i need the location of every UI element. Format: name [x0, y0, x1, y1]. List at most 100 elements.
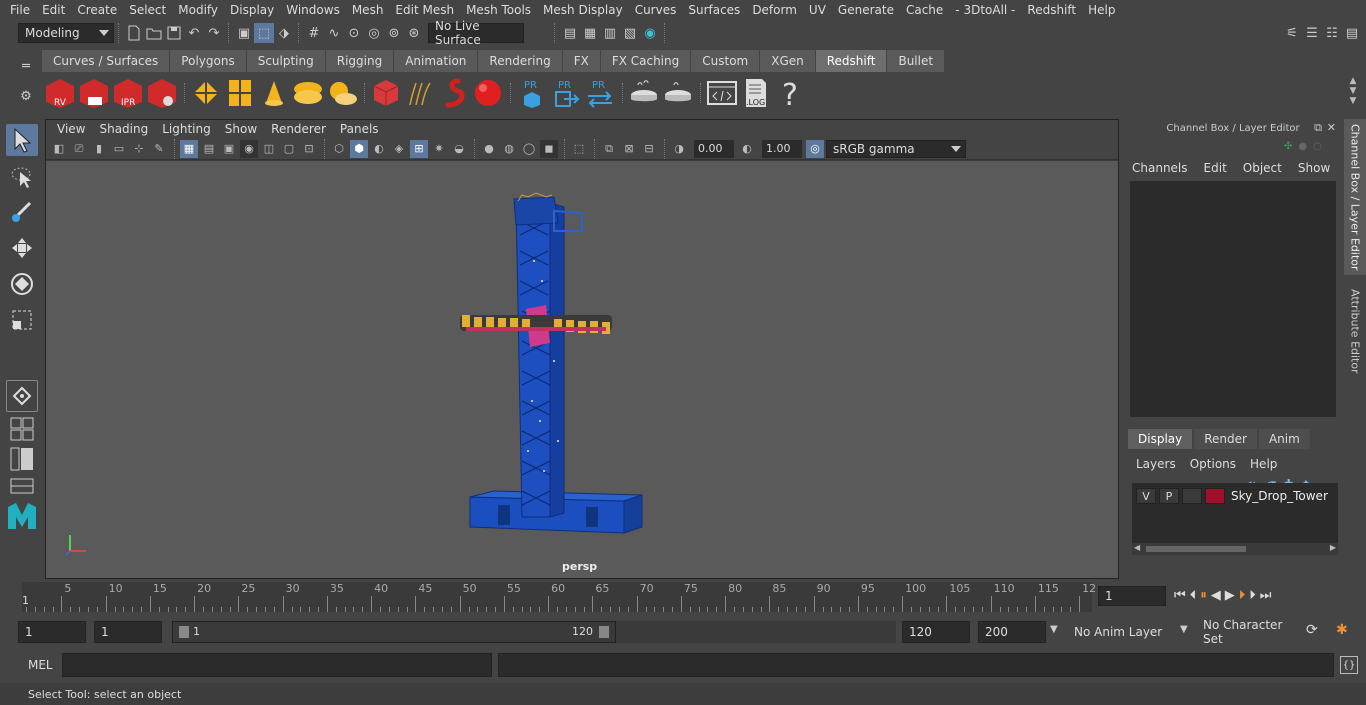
layer-menu-options[interactable]: Options [1190, 457, 1236, 471]
vp-menu-shading[interactable]: Shading [92, 122, 155, 136]
vp-menu-panels[interactable]: Panels [333, 122, 386, 136]
snap-together-icon[interactable] [6, 380, 38, 412]
animation-prefs-icon[interactable]: ✱ [1336, 622, 1348, 638]
pr-export-icon[interactable]: PR [550, 76, 582, 110]
attribute-toggle-icon[interactable]: ☰ [1302, 23, 1322, 43]
sun-sky-icon[interactable] [326, 76, 358, 110]
menu-deform[interactable]: Deform [746, 3, 803, 17]
image-plane-icon[interactable]: ▭ [110, 140, 128, 158]
channel-list[interactable] [1130, 181, 1336, 417]
vp-menu-view[interactable]: View [50, 122, 92, 136]
redshift-ipr-icon[interactable]: IPR [112, 76, 144, 110]
tab-fx[interactable]: FX [562, 50, 600, 72]
channel-box-toggle-icon[interactable]: ▤ [1342, 23, 1362, 43]
scale-tool-icon[interactable] [6, 304, 38, 336]
animation-end-field[interactable]: 200 [978, 621, 1046, 643]
rotate-tool-icon[interactable] [6, 268, 38, 300]
save-scene-icon[interactable] [164, 23, 184, 43]
tab-anim-layers[interactable]: Anim [1258, 429, 1310, 449]
snap-point-icon[interactable]: ⊙ [344, 23, 364, 43]
tab-rendering[interactable]: Rendering [478, 50, 562, 72]
gamma-icon[interactable]: ◐ [738, 140, 756, 158]
manipulator-icon[interactable]: ✣ [1284, 141, 1292, 155]
scroll-thumb[interactable] [1146, 546, 1246, 552]
pr-cube-icon[interactable]: PR [516, 76, 548, 110]
layer-row[interactable]: V P Sky_Drop_Tower [1136, 487, 1328, 505]
snap-live-icon[interactable]: ⊛ [404, 23, 424, 43]
code-window-icon[interactable] [706, 76, 738, 110]
speed-icon[interactable]: ● [1298, 141, 1307, 155]
cb-menu-edit[interactable]: Edit [1204, 161, 1227, 175]
menu-generate[interactable]: Generate [832, 3, 900, 17]
help-icon[interactable]: ? [774, 76, 806, 110]
scroll-left-icon[interactable]: ◀ [1134, 543, 1140, 552]
play-backward-icon[interactable]: ◀ [1211, 588, 1221, 603]
camera-attributes-icon[interactable]: ⎚ [70, 140, 88, 158]
volume-icon[interactable] [438, 76, 470, 110]
menu-edit-mesh[interactable]: Edit Mesh [389, 3, 460, 17]
menu-file[interactable]: File [4, 3, 36, 17]
pr-swap-icon[interactable]: PR [584, 76, 616, 110]
tab-curves-surfaces[interactable]: Curves / Surfaces [42, 50, 170, 72]
script-lang-label[interactable]: MEL [28, 658, 53, 672]
bookmark-icon[interactable]: ▮ [90, 140, 108, 158]
portal-light-icon[interactable] [224, 76, 256, 110]
tab-fx-caching[interactable]: FX Caching [600, 50, 691, 72]
color-management-icon[interactable]: ◎ [806, 139, 824, 158]
3d-viewport[interactable]: persp [46, 161, 1118, 578]
menu-mesh-tools[interactable]: Mesh Tools [460, 3, 537, 17]
wireframe-icon[interactable]: ⬡ [330, 140, 348, 158]
render-view-icon[interactable]: ▧ [620, 23, 640, 43]
xray-joints-icon[interactable]: ⊠ [620, 140, 638, 158]
textured-icon[interactable]: ⊞ [410, 139, 428, 158]
menu-uv[interactable]: UV [803, 3, 832, 17]
dome-light-icon[interactable] [292, 76, 324, 110]
select-tool-icon[interactable] [6, 124, 38, 156]
select-component-icon[interactable]: ⬗ [274, 23, 294, 43]
outliner-layout-icon[interactable] [6, 446, 38, 472]
safe-action-icon[interactable]: ▢ [280, 140, 298, 158]
tab-rigging[interactable]: Rigging [325, 50, 394, 72]
grease-pencil-icon[interactable]: ✎ [150, 140, 168, 158]
tab-animation[interactable]: Animation [394, 50, 478, 72]
redshift-settings-icon[interactable] [146, 76, 178, 110]
command-input[interactable] [62, 653, 492, 677]
layer-visibility-toggle[interactable]: V [1136, 488, 1156, 504]
menu-edit[interactable]: Edit [36, 3, 71, 17]
screen-space-ao-icon[interactable]: ● [480, 140, 498, 158]
depth-of-field-icon[interactable]: ◼ [540, 139, 558, 158]
layer-hscrollbar[interactable]: ◀ ▶ [1132, 543, 1338, 555]
graph-layout-icon[interactable] [6, 476, 38, 496]
menu-select[interactable]: Select [123, 3, 172, 17]
cb-menu-show[interactable]: Show [1298, 161, 1330, 175]
menu-surfaces[interactable]: Surfaces [682, 3, 746, 17]
xray-components-icon[interactable]: ⊟ [640, 140, 658, 158]
2d-pan-icon[interactable]: ⊹ [130, 140, 148, 158]
snap-surface-icon[interactable]: ⊚ [384, 23, 404, 43]
redo-icon[interactable]: ↷ [204, 23, 224, 43]
side-tab-channel-box[interactable]: Channel Box / Layer Editor [1344, 119, 1366, 275]
step-forward-key-icon[interactable]: ⏵ [1249, 588, 1256, 603]
proxy-icon[interactable] [370, 76, 402, 110]
step-back-frame-icon[interactable]: ⏸ [1200, 588, 1207, 603]
ipr-render-icon[interactable]: ▥ [600, 23, 620, 43]
select-object-icon[interactable]: ⬚ [254, 23, 274, 43]
range-end-handle[interactable] [599, 626, 609, 638]
new-scene-icon[interactable] [124, 23, 144, 43]
tab-bullet[interactable]: Bullet [887, 50, 945, 72]
tab-xgen[interactable]: XGen [760, 50, 815, 72]
hypershade-icon[interactable]: ◉ [640, 23, 660, 43]
shadows-icon[interactable]: ◒ [450, 140, 468, 158]
open-scene-icon[interactable] [144, 23, 164, 43]
menu-help[interactable]: Help [1082, 3, 1121, 17]
go-to-end-icon[interactable]: ⏭ [1260, 588, 1272, 603]
smooth-shade-icon[interactable]: ⬢ [350, 139, 368, 158]
menu-display[interactable]: Display [224, 3, 280, 17]
field-chart-icon[interactable]: ◫ [260, 140, 278, 158]
default-material-icon[interactable]: ◐ [370, 140, 388, 158]
spot-light-icon[interactable] [258, 76, 290, 110]
snap-curve-icon[interactable]: ∿ [324, 23, 344, 43]
auto-key-icon[interactable]: ⟳ [1306, 622, 1318, 638]
cb-menu-channels[interactable]: Channels [1132, 161, 1188, 175]
playback-end-field[interactable]: 120 [902, 621, 970, 643]
